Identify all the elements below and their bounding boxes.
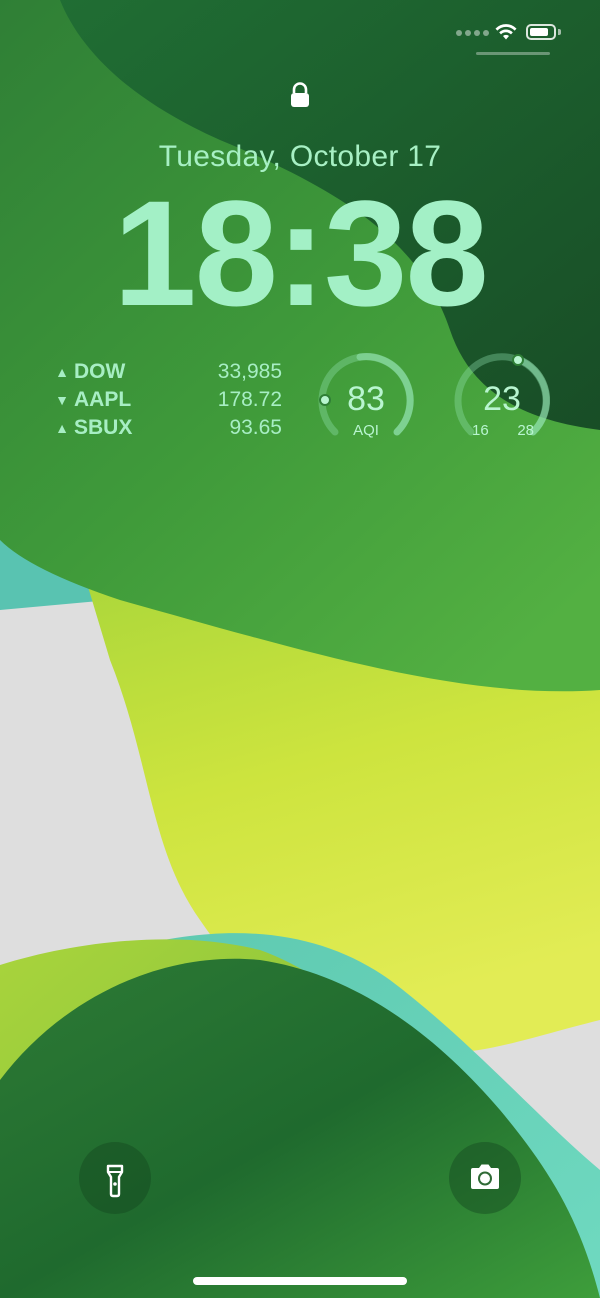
camera-button[interactable]	[449, 1142, 521, 1214]
up-arrow-icon: ▲	[55, 420, 69, 436]
stock-row: ▲ SBUX 93.65	[54, 414, 282, 442]
stock-value: 93.65	[229, 416, 282, 439]
cellular-signal-icon	[456, 30, 489, 36]
lockscreen-clock: 18:38	[113, 169, 489, 337]
aqi-label: AQI	[353, 422, 379, 439]
home-indicator[interactable]	[193, 1277, 407, 1285]
temperature-low: 16	[472, 422, 489, 439]
stocks-widget[interactable]: ▲ DOW 33,985 ▼ AAPL 178.72 ▲ SBUX 93.65	[54, 358, 282, 442]
battery-cap	[558, 29, 561, 35]
stock-value: 178.72	[217, 388, 282, 411]
aqi-value: 83	[347, 380, 385, 418]
stock-row: ▼ AAPL 178.72	[54, 386, 282, 414]
wifi-icon	[495, 24, 517, 40]
up-arrow-icon: ▲	[55, 364, 69, 380]
flashlight-icon	[106, 1164, 124, 1198]
status-bar	[456, 18, 576, 48]
flashlight-button[interactable]	[79, 1142, 151, 1214]
battery-icon	[526, 24, 556, 40]
temperature-high: 28	[517, 422, 534, 439]
temperature-current: 23	[483, 380, 521, 418]
temperature-widget[interactable]: 23 16 28	[454, 352, 550, 448]
down-arrow-icon: ▼	[55, 392, 69, 408]
control-center-grabber[interactable]	[476, 52, 550, 55]
camera-icon	[471, 1164, 499, 1189]
lock-icon	[291, 82, 309, 107]
stock-row: ▲ DOW 33,985	[54, 358, 282, 386]
aqi-widget[interactable]: 83 AQI	[318, 352, 414, 448]
stock-symbol: AAPL	[74, 388, 132, 411]
stock-symbol: SBUX	[74, 416, 133, 439]
stock-symbol: DOW	[74, 360, 126, 383]
stock-value: 33,985	[217, 360, 282, 383]
lock-screen: Tuesday, October 17 18:38 ▲ DOW 33,985 ▼…	[0, 0, 600, 1298]
